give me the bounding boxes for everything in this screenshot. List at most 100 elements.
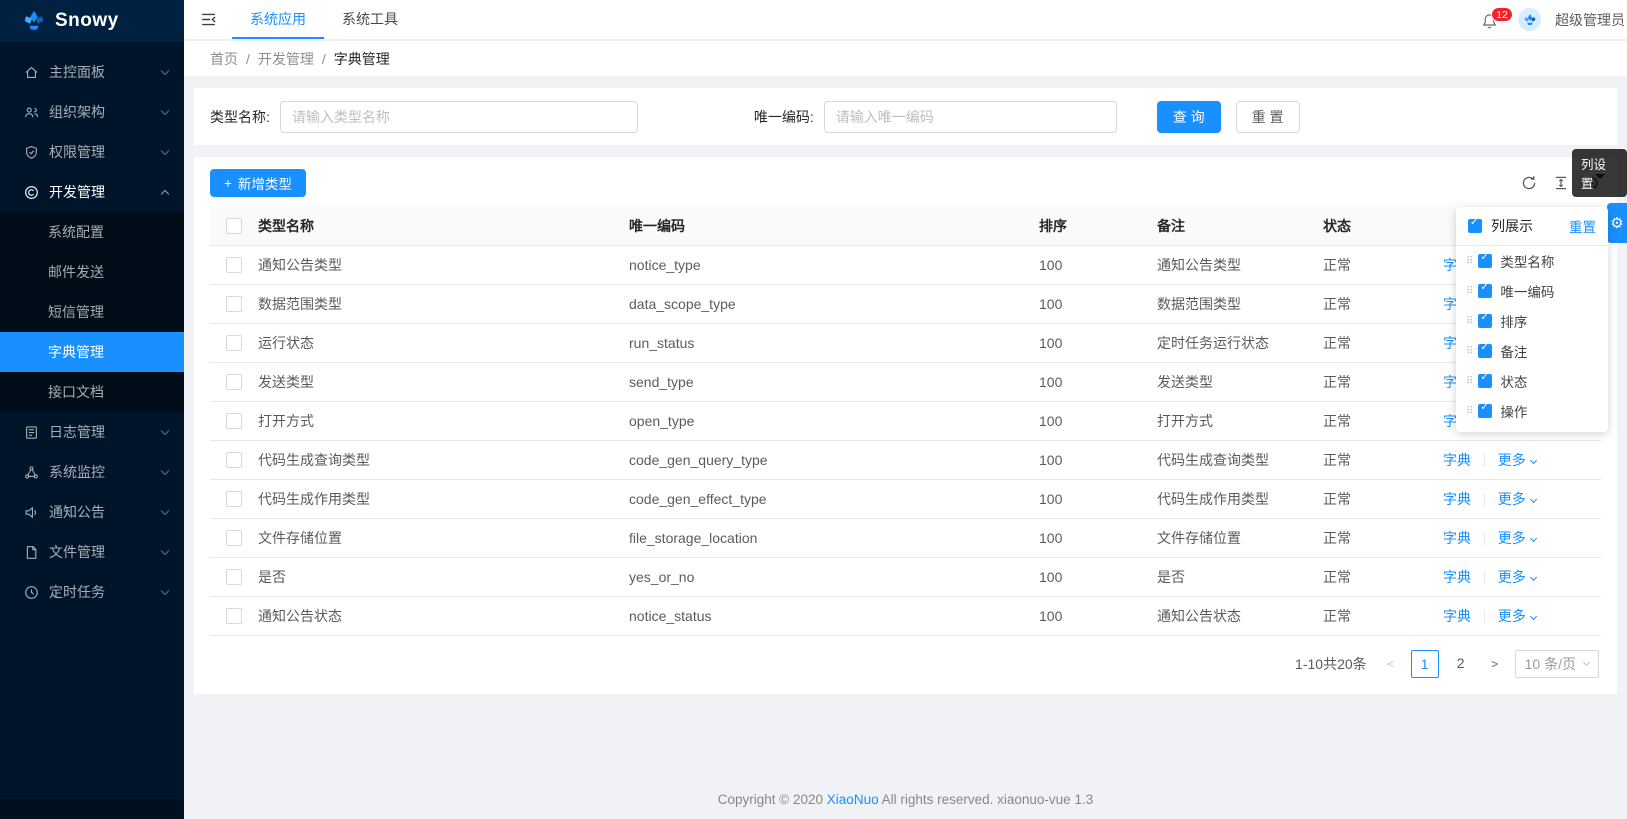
drag-handle-icon[interactable]: ⠿ [1466,376,1473,387]
tab-system-tools[interactable]: 系统工具 [324,0,416,39]
sidebar-item-mail-send[interactable]: 邮件发送 [0,252,184,292]
dict-link[interactable]: 字典 [1443,452,1471,468]
drag-handle-icon[interactable]: ⠿ [1466,316,1473,327]
sidebar-item-dict-manage[interactable]: 字典管理 [0,332,184,372]
reset-button[interactable]: 重 置 [1235,100,1300,133]
drag-handle-icon[interactable]: ⠿ [1466,256,1473,267]
more-link[interactable]: 更多 [1498,530,1537,546]
logo[interactable]: Snowy [0,0,184,42]
row-checkbox[interactable] [226,413,242,430]
sidebar-item-permission[interactable]: 权限管理 [0,132,184,172]
sidebar-item-file[interactable]: 文件管理 [0,532,184,572]
dict-link[interactable]: 字典 [1443,569,1471,585]
drag-handle-icon[interactable]: ⠿ [1466,346,1473,357]
column-checkbox[interactable] [1478,372,1493,388]
dict-link[interactable]: 字典 [1443,608,1471,624]
more-link[interactable]: 更多 [1498,608,1537,624]
column-settings-item: ⠿ 类型名称 [1456,246,1608,276]
dict-link[interactable]: 字典 [1443,530,1471,546]
sidebar-item-notice[interactable]: 通知公告 [0,492,184,532]
cell-remark: 通知公告状态 [1149,596,1315,636]
header-right: 12 超级管理员 [1481,0,1627,39]
chevron-down-icon [160,546,170,555]
row-checkbox[interactable] [226,491,242,508]
plus-icon: + [224,175,232,191]
row-checkbox[interactable] [226,569,242,586]
col-header-sort: 排序 [1031,207,1149,246]
more-link[interactable]: 更多 [1498,569,1537,585]
username[interactable]: 超级管理员 [1555,10,1625,30]
column-checkbox[interactable] [1478,312,1493,328]
more-link[interactable]: 更多 [1498,491,1537,507]
select-all-checkbox[interactable] [226,218,242,235]
add-type-button[interactable]: + 新增类型 [210,169,306,197]
unique-code-input[interactable] [823,100,1117,133]
row-checkbox[interactable] [226,335,242,352]
clock-icon [24,585,39,600]
sidebar-item-dashboard[interactable]: 主控面板 [0,52,184,92]
query-button[interactable]: 查 询 [1156,100,1221,133]
row-checkbox[interactable] [226,452,242,469]
home-icon [24,65,39,80]
cell-actions: 字典 更多 [1435,518,1601,558]
theme-drawer-button[interactable]: ⚙ [1607,203,1627,243]
avatar[interactable] [1518,8,1541,31]
cell-remark: 数据范围类型 [1149,284,1315,324]
refresh-icon[interactable] [1520,175,1537,192]
page-1-button[interactable]: 1 [1410,649,1439,678]
row-checkbox[interactable] [226,257,242,274]
cell-sort: 100 [1031,401,1149,441]
column-checkbox[interactable] [1478,252,1493,268]
cell-status: 正常 [1315,596,1435,636]
tab-system-app[interactable]: 系统应用 [232,0,324,39]
column-checkbox[interactable] [1478,402,1493,418]
row-checkbox[interactable] [226,374,242,391]
cell-status: 正常 [1315,518,1435,558]
notification-bell[interactable]: 12 [1481,7,1513,30]
menu-fold-icon[interactable] [184,0,232,39]
cell-remark: 代码生成查询类型 [1149,440,1315,480]
sidebar-item-monitor[interactable]: 系统监控 [0,452,184,492]
breadcrumb-home[interactable]: 首页 [210,49,238,69]
app-title: Snowy [55,10,119,31]
row-checkbox[interactable] [226,296,242,313]
drag-handle-icon[interactable]: ⠿ [1466,286,1473,297]
breadcrumb-dev[interactable]: 开发管理 [258,49,314,69]
row-checkbox[interactable] [226,608,242,625]
column-settings-item: ⠿ 唯一编码 [1456,276,1608,306]
page-2-button[interactable]: 2 [1447,650,1475,678]
next-page-button[interactable]: > [1483,657,1507,671]
page-size-select[interactable]: 10 条/页 [1514,649,1599,678]
column-checkbox[interactable] [1478,342,1493,358]
column-checkbox[interactable] [1478,282,1493,298]
cell-actions: 字典 更多 [1435,440,1601,480]
column-height-icon[interactable] [1552,175,1569,192]
type-name-input[interactable] [279,100,638,133]
row-checkbox[interactable] [226,530,242,547]
cell-type-name: 代码生成作用类型 [250,479,621,519]
chevron-down-icon [160,66,170,75]
column-settings-reset-link[interactable]: 重置 [1569,216,1596,236]
chevron-down-icon [160,146,170,155]
dev-submenu: 系统配置 邮件发送 短信管理 字典管理 接口文档 [0,212,184,412]
show-all-columns-checkbox[interactable] [1468,217,1482,233]
sidebar-item-system-config[interactable]: 系统配置 [0,212,184,252]
chevron-down-icon [1582,658,1591,667]
sidebar-item-sms-manage[interactable]: 短信管理 [0,292,184,332]
sidebar-item-log[interactable]: 日志管理 [0,412,184,452]
sidebar-footer-strip [0,799,184,819]
sidebar-item-api-doc[interactable]: 接口文档 [0,372,184,412]
action-divider [1483,493,1485,507]
table-row: 通知公告状态 notice_status 100 通知公告状态 正常 字典 更多 [210,596,1601,636]
dict-link[interactable]: 字典 [1443,491,1471,507]
cell-type-name: 运行状态 [250,323,621,363]
cell-sort: 100 [1031,596,1149,636]
more-link[interactable]: 更多 [1498,452,1537,468]
app-tabs: 系统应用 系统工具 [232,0,416,39]
sidebar-item-timer[interactable]: 定时任务 [0,572,184,612]
sidebar-item-organization[interactable]: 组织架构 [0,92,184,132]
prev-page-button[interactable]: < [1379,657,1403,671]
sidebar-item-development[interactable]: 开发管理 [0,172,184,212]
footer-brand-link[interactable]: XiaoNuo [827,792,879,807]
drag-handle-icon[interactable]: ⠿ [1466,406,1473,417]
